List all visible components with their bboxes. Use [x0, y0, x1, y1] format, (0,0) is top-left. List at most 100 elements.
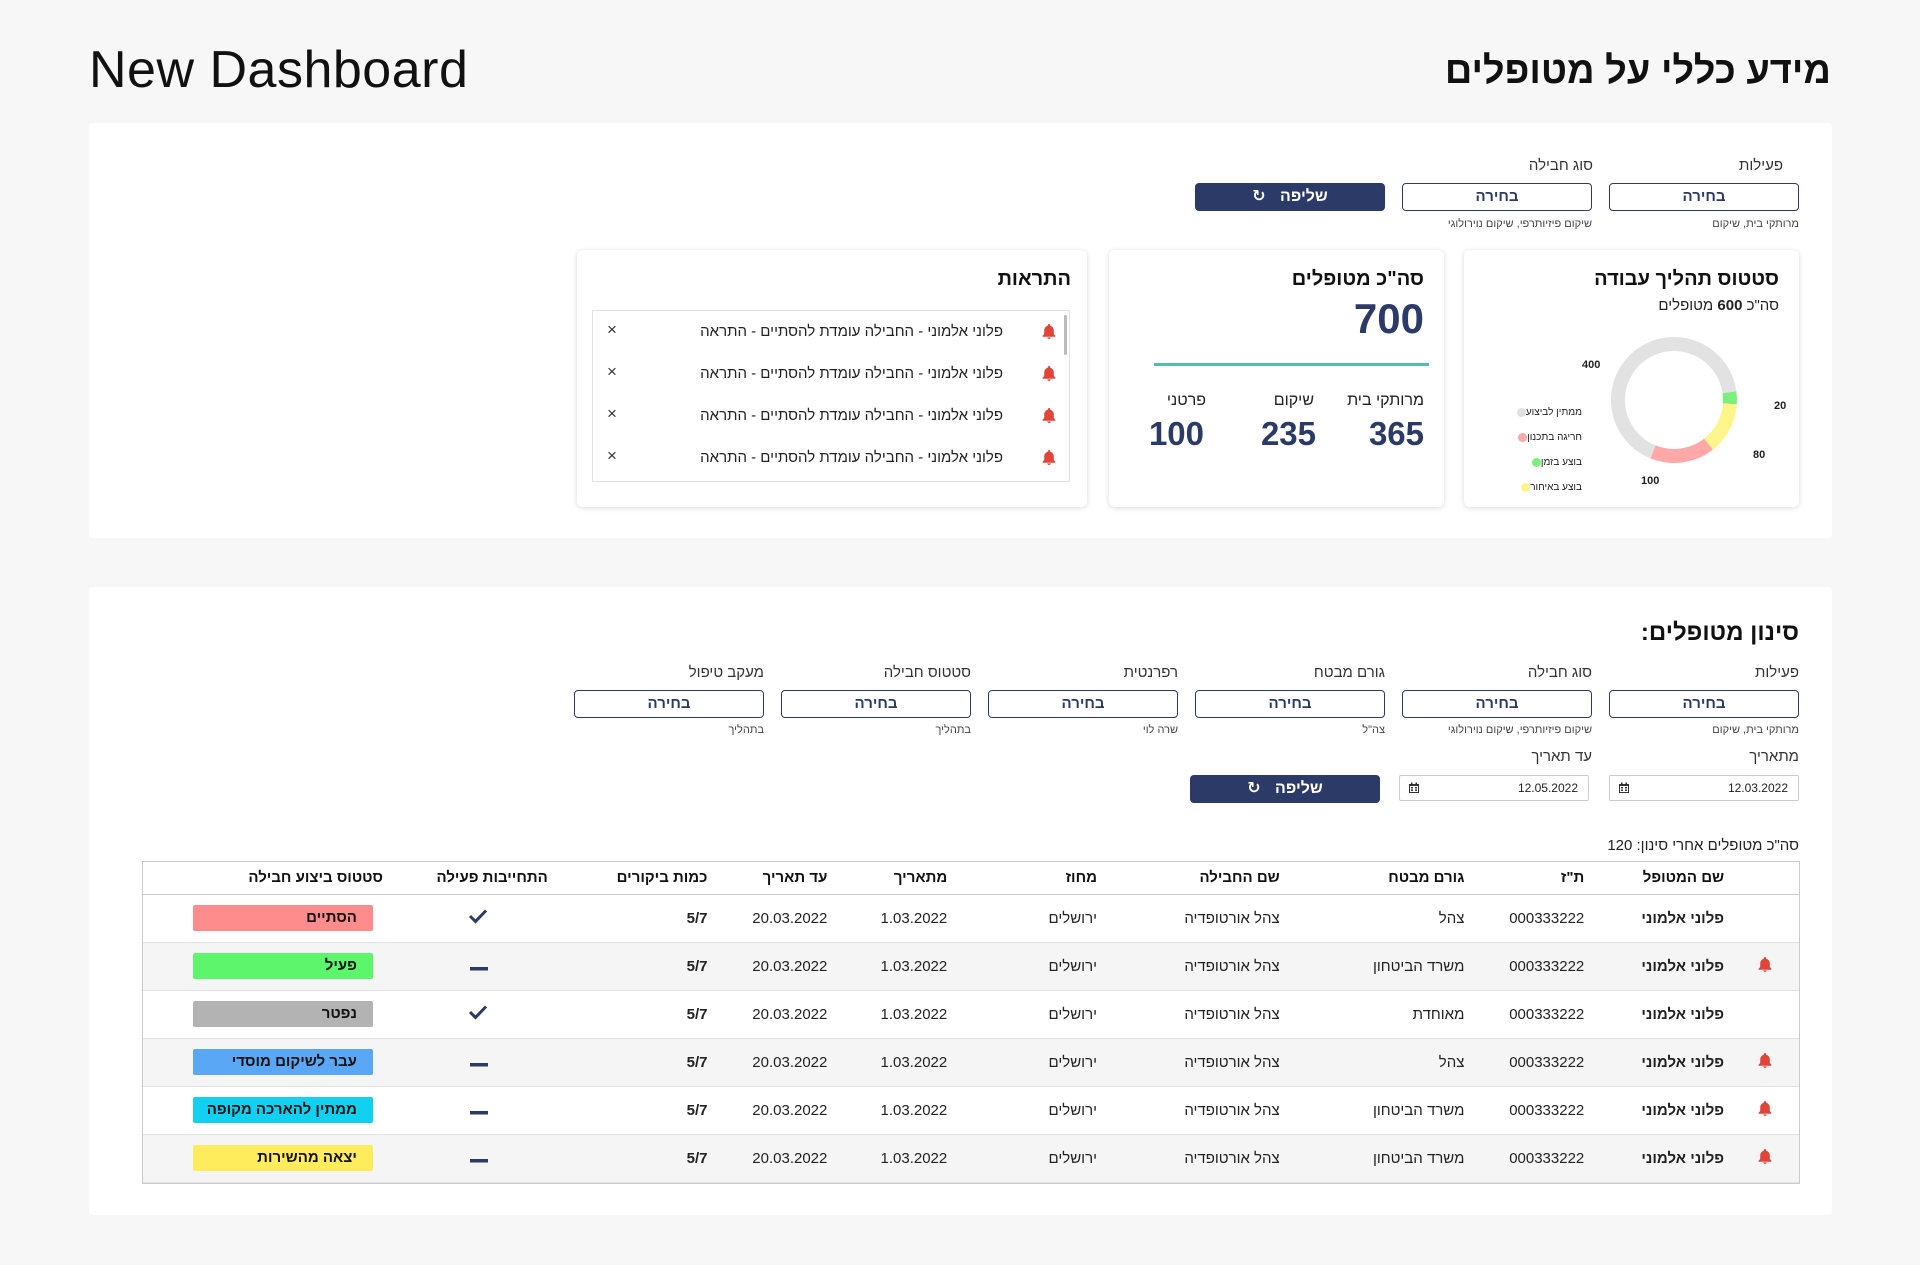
column-header[interactable]: כמות ביקורים — [547, 862, 708, 895]
column-header[interactable]: עד תאריך — [707, 862, 828, 895]
bell-icon[interactable] — [1757, 1052, 1773, 1073]
package-status-cell: ממתין להארכה מקופה — [143, 1086, 383, 1135]
close-icon[interactable]: × — [607, 320, 617, 340]
table-row[interactable]: פלוני אלמוני 000333222 משרד הביטחון צהל אור… — [143, 1086, 1799, 1135]
row-alert-cell — [1724, 942, 1799, 991]
column-header[interactable]: גורם מבטח — [1279, 862, 1465, 895]
refresh-icon: ↻ — [1247, 780, 1261, 797]
filter-label: רפרנטית — [1123, 664, 1178, 681]
district: ירושלים — [947, 894, 1097, 943]
from-date: 1.03.2022 — [827, 1086, 948, 1135]
from-date-input[interactable]: 12.03.2022 — [1609, 775, 1799, 801]
visit-count: 5/7 — [547, 1038, 708, 1087]
filter-select-button[interactable]: בחירה — [1195, 690, 1385, 718]
dash-icon — [469, 1062, 488, 1066]
status-badge: נפטר — [192, 1001, 373, 1027]
dash-icon — [469, 966, 488, 970]
patient-name[interactable]: פלוני אלמוני — [1584, 990, 1725, 1039]
visit-count: 5/7 — [547, 942, 708, 991]
calendar-icon — [1619, 782, 1629, 793]
patient-name[interactable]: פלוני אלמוני — [1584, 942, 1725, 991]
district: ירושלים — [947, 1134, 1097, 1183]
visit-count: 5/7 — [547, 1134, 708, 1183]
column-header[interactable]: שם החבילה — [1096, 862, 1280, 895]
filter-section-title: סינון מטופלים: — [1640, 619, 1799, 646]
close-icon[interactable]: × — [607, 446, 617, 466]
filter-select-button[interactable]: בחירה — [1609, 690, 1799, 718]
legend-swatch — [1521, 483, 1531, 492]
column-header[interactable]: מחוז — [947, 862, 1097, 895]
overview-panel: פעילות בחירה מרותקי בית, שיקום סוג חבילה… — [89, 123, 1832, 538]
alert-text: פלוני אלמוני - החבילה עומדת להסתיים - הת… — [700, 407, 1003, 424]
filter-select-button[interactable]: בחירה — [1402, 690, 1592, 718]
bell-icon[interactable] — [1757, 1100, 1773, 1121]
table-row[interactable]: פלוני אלמוני 000333222 צהל צהל אורטופדיה ירו… — [143, 1038, 1799, 1087]
patient-name[interactable]: פלוני אלמוני — [1584, 1038, 1725, 1087]
filter-fetch-button-label: שליפה — [1275, 780, 1323, 797]
column-header[interactable]: מתאריך — [827, 862, 948, 895]
subtitle-suffix: מטופלים — [1658, 297, 1714, 314]
donut-segment[interactable] — [1703, 403, 1737, 450]
district: ירושלים — [947, 942, 1097, 991]
bell-icon — [1039, 323, 1057, 341]
calendar-icon — [1409, 782, 1419, 793]
filter-label: סטטוס חבילה — [883, 664, 971, 681]
legend-item: חריגה בתכנון — [1482, 425, 1582, 450]
patient-name[interactable]: פלוני אלמוני — [1584, 1134, 1725, 1183]
filter-summary: צה"ל — [1362, 724, 1385, 736]
package-name: צהל אורטופדיה — [1096, 1086, 1280, 1135]
bell-icon — [1039, 365, 1057, 383]
package-type-select-button[interactable]: בחירה — [1402, 183, 1592, 211]
active-commitment — [382, 1134, 548, 1183]
to-date-input[interactable]: 12.05.2022 — [1399, 775, 1589, 801]
close-icon[interactable]: × — [607, 362, 617, 382]
table-row[interactable]: פלוני אלמוני 000333222 משרד הביטחון צהל אור… — [143, 1134, 1799, 1183]
donut-segment[interactable] — [1650, 438, 1713, 463]
alert-item[interactable]: פלוני אלמוני - החבילה עומדת להסתיים - הת… — [593, 437, 1069, 479]
activity-select-button[interactable]: בחירה — [1609, 183, 1799, 211]
total-patients-card: סה"כ מטופלים 700 מרותקי בית 365 שיקום 23… — [1109, 250, 1444, 507]
filter-label: פעילות — [1755, 664, 1799, 681]
from-date: 1.03.2022 — [827, 990, 948, 1039]
patient-name[interactable]: פלוני אלמוני — [1584, 1086, 1725, 1135]
filter-select-button[interactable]: בחירה — [781, 690, 971, 718]
package-status-cell: הסתיים — [143, 894, 383, 943]
filter-select-button[interactable]: בחירה — [988, 690, 1178, 718]
donut-label-400: 400 — [1582, 359, 1601, 371]
close-icon[interactable]: × — [607, 404, 617, 424]
table-row[interactable]: פלוני אלמוני 000333222 משרד הביטחון צהל אור… — [143, 942, 1799, 991]
bell-icon[interactable] — [1757, 956, 1773, 977]
donut-label-20: 20 — [1774, 400, 1787, 412]
package-status-cell: נפטר — [143, 990, 383, 1039]
alert-item[interactable]: פלוני אלמוני - החבילה עומדת להסתיים - הת… — [593, 353, 1069, 395]
package-status-cell: עבר לשיקום מוסדי — [143, 1038, 383, 1087]
breakdown-value-rehab: 235 — [1260, 415, 1316, 452]
column-header[interactable]: ת"ז — [1464, 862, 1585, 895]
legend-swatch — [1518, 433, 1528, 442]
table-row[interactable]: פלוני אלמוני 000333222 מאוחדת צהל אורטופדיה… — [143, 990, 1799, 1039]
column-header[interactable]: סטטוס ביצוע חבילה — [143, 862, 383, 895]
filter-fetch-button[interactable]: שליפה ↻ — [1190, 775, 1380, 803]
filter-label: גורם מבטח — [1313, 664, 1385, 681]
alert-item[interactable]: פלוני אלמוני - החבילה עומדת להסתיים - הת… — [593, 395, 1069, 437]
donut-segment[interactable] — [1722, 391, 1737, 405]
legend-item: בוצע בזמן — [1482, 450, 1582, 475]
to-date: 20.03.2022 — [707, 894, 828, 943]
fetch-button[interactable]: שליפה ↻ — [1195, 183, 1385, 211]
patient-name[interactable]: פלוני אלמוני — [1584, 894, 1725, 943]
bell-icon[interactable] — [1757, 1148, 1773, 1169]
status-badge: הסתיים — [192, 905, 373, 931]
column-header[interactable]: התחייבות פעילה — [382, 862, 548, 895]
work-status-subtitle: סה"כ 600 מטופלים — [1658, 297, 1779, 314]
column-header[interactable]: שם המטופל — [1584, 862, 1725, 895]
package-name: צהל אורטופדיה — [1096, 1134, 1280, 1183]
from-date-label: מתאריך — [1749, 748, 1799, 765]
package-name: צהל אורטופדיה — [1096, 990, 1280, 1039]
alerts-list[interactable]: פלוני אלמוני - החבילה עומדת להסתיים - הת… — [592, 310, 1070, 482]
district: ירושלים — [947, 1086, 1097, 1135]
table-row[interactable]: פלוני אלמוני 000333222 צהל צהל אורטופדיה ירו… — [143, 894, 1799, 943]
alert-item[interactable]: פלוני אלמוני - החבילה עומדת להסתיים - הת… — [593, 311, 1069, 353]
filter-select-button[interactable]: בחירה — [574, 690, 764, 718]
filter-label: מעקב טיפול — [688, 664, 764, 681]
status-legend: ממתין לביצוע חריגה בתכנון בוצע בזמן בוצע… — [1482, 400, 1582, 500]
